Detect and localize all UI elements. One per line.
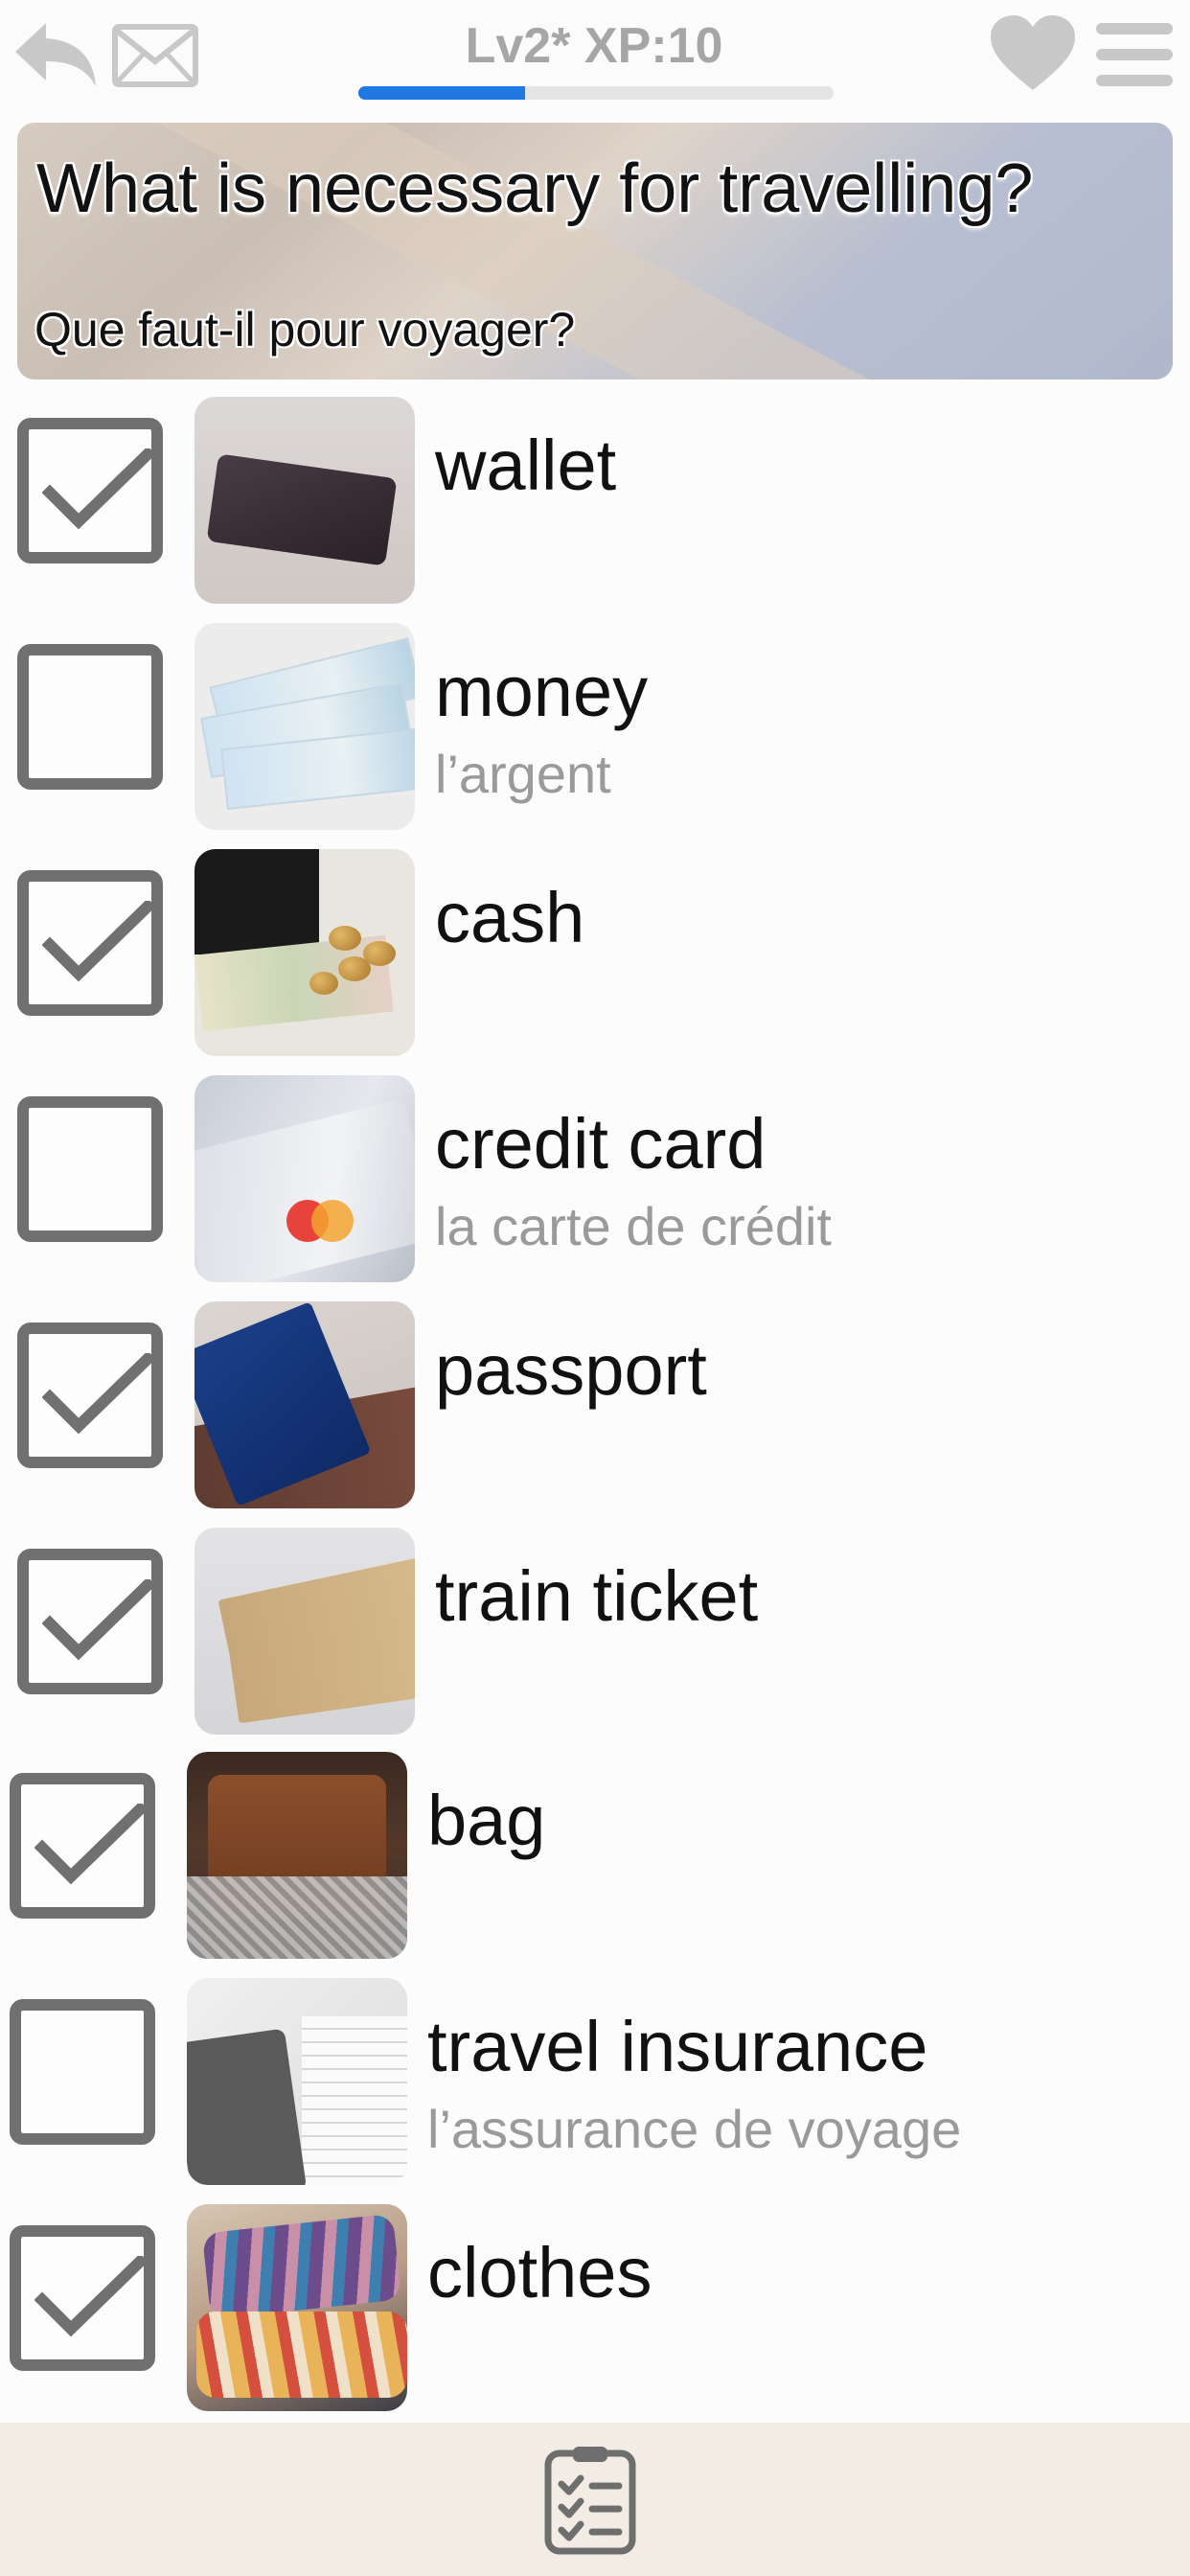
item-word: train ticket bbox=[435, 1556, 759, 1636]
list-item-wallet[interactable]: wallet bbox=[0, 391, 1190, 604]
checkbox[interactable] bbox=[10, 1999, 155, 2145]
cash-image bbox=[195, 849, 415, 1056]
xp-progress-fill bbox=[358, 86, 525, 100]
checkbox[interactable] bbox=[10, 2225, 155, 2371]
bottom-bar bbox=[0, 2423, 1190, 2576]
list-item-credit-card[interactable]: credit card la carte de crédit bbox=[0, 1070, 1190, 1282]
check-mark-icon bbox=[34, 2256, 148, 2337]
checkbox[interactable] bbox=[10, 1773, 155, 1919]
item-word: money bbox=[435, 652, 649, 731]
mail-icon[interactable] bbox=[111, 23, 199, 88]
item-translation: l’assurance de voyage bbox=[427, 2099, 962, 2159]
item-word: clothes bbox=[427, 2233, 652, 2312]
money-image bbox=[195, 623, 415, 830]
checkbox[interactable] bbox=[17, 1322, 163, 1468]
checkbox[interactable] bbox=[17, 644, 163, 790]
checkbox[interactable] bbox=[17, 1096, 163, 1242]
item-word: credit card bbox=[435, 1104, 767, 1184]
check-mark-icon bbox=[42, 901, 155, 982]
item-word: travel insurance bbox=[427, 2007, 928, 2086]
list-item-cash[interactable]: cash bbox=[0, 843, 1190, 1056]
wallet-image bbox=[195, 397, 415, 604]
item-translation: la carte de crédit bbox=[435, 1196, 832, 1256]
back-arrow-icon[interactable] bbox=[11, 17, 100, 90]
check-mark-icon bbox=[34, 1804, 148, 1885]
item-translation: l’argent bbox=[435, 744, 611, 804]
item-word: passport bbox=[435, 1330, 707, 1410]
list-item-passport[interactable]: passport bbox=[0, 1296, 1190, 1508]
bag-image bbox=[187, 1752, 407, 1959]
check-mark-icon bbox=[42, 448, 155, 530]
list-item-money[interactable]: money l’argent bbox=[0, 617, 1190, 830]
list-item-bag[interactable]: bag bbox=[0, 1746, 1190, 1959]
list-item-clothes[interactable]: clothes bbox=[0, 2198, 1190, 2411]
checkbox[interactable] bbox=[17, 870, 163, 1016]
top-bar: Lv2* XP:10 bbox=[0, 0, 1190, 115]
check-mark-icon bbox=[42, 1579, 155, 1661]
credit-card-image bbox=[195, 1075, 415, 1282]
train-ticket-image bbox=[195, 1528, 415, 1735]
item-word: bag bbox=[427, 1781, 546, 1860]
question-translation: Que faut-il pour voyager? bbox=[34, 303, 576, 356]
checklist-icon[interactable] bbox=[542, 2444, 638, 2557]
list-item-train-ticket[interactable]: train ticket bbox=[0, 1522, 1190, 1735]
item-word: cash bbox=[435, 878, 585, 957]
question-banner: What is necessary for travelling? Que fa… bbox=[17, 123, 1173, 380]
xp-progress-bar bbox=[358, 86, 834, 100]
travel-insurance-image bbox=[187, 1978, 407, 2185]
level-xp-label: Lv2* XP:10 bbox=[465, 18, 723, 74]
question-text: What is necessary for travelling? bbox=[36, 150, 1034, 227]
list-item-travel-insurance[interactable]: travel insurance l’assurance de voyage bbox=[0, 1972, 1190, 2185]
clothes-image bbox=[187, 2204, 407, 2411]
menu-icon[interactable] bbox=[1094, 19, 1175, 90]
item-word: wallet bbox=[435, 426, 617, 505]
passport-image bbox=[195, 1301, 415, 1508]
checkbox[interactable] bbox=[17, 418, 163, 564]
check-mark-icon bbox=[42, 1353, 155, 1435]
checkbox[interactable] bbox=[17, 1549, 163, 1694]
heart-icon[interactable] bbox=[989, 13, 1077, 92]
